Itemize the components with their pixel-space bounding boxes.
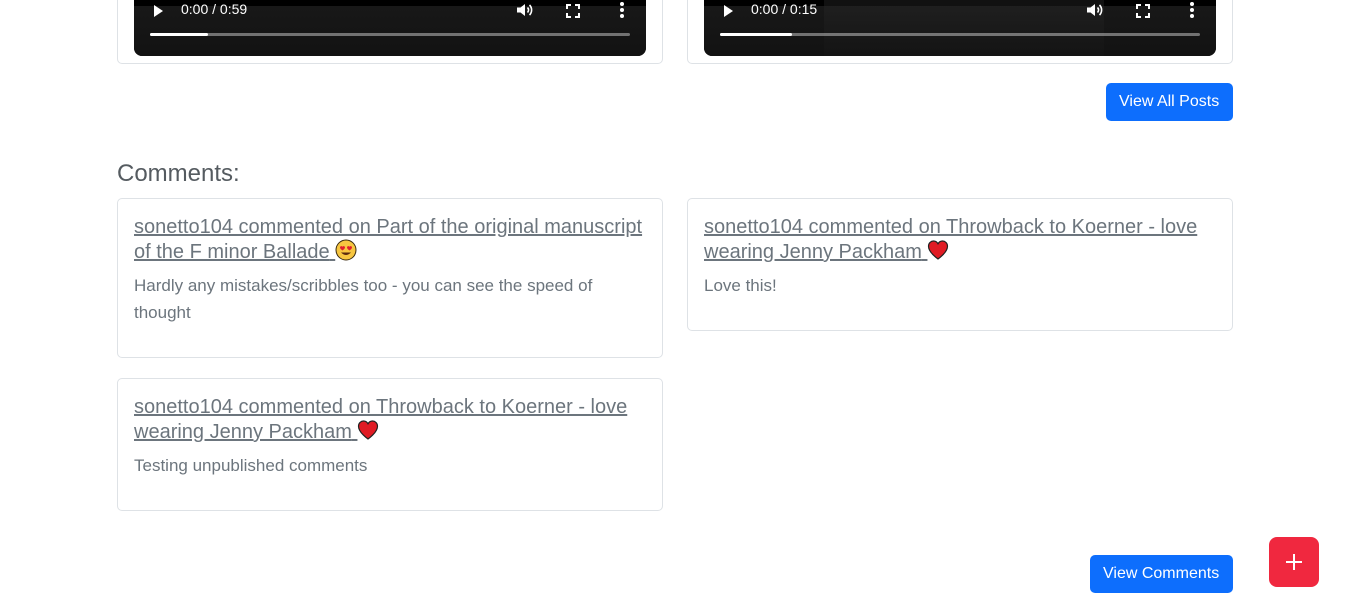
more-options-icon[interactable] [619, 1, 625, 19]
comment-title-text: sonetto104 commented on Part of the orig… [134, 216, 643, 263]
post-card-video: 0:00 / 0:15 [687, 0, 1233, 64]
comment-link[interactable]: sonetto104 commented on Part of the orig… [134, 216, 642, 263]
red-heart-emoji-icon [358, 420, 379, 440]
video-progress-bar[interactable] [720, 33, 1200, 36]
video-time: 0:00 / 0:59 [181, 1, 248, 17]
comment-card: sonetto104 commented on Part of the orig… [117, 198, 663, 358]
comment-link[interactable]: sonetto104 commented on Throwback to Koe… [134, 396, 627, 443]
plus-icon [1286, 554, 1302, 570]
fullscreen-icon[interactable] [566, 4, 580, 18]
post-card-video: 0:00 / 0:59 [117, 0, 663, 64]
comment-link[interactable]: sonetto104 commented on Throwback to Koe… [704, 216, 1197, 263]
video-progress-bar[interactable] [150, 33, 630, 36]
comment-body: Love this! [704, 276, 777, 295]
video-time: 0:00 / 0:15 [751, 1, 818, 17]
video-progress-fill [150, 33, 208, 36]
play-icon[interactable] [724, 5, 733, 17]
volume-icon[interactable] [1086, 3, 1106, 17]
comment-body: Testing unpublished comments [134, 456, 368, 475]
page: 0:00 / 0:59 0:00 / 0:15 View All Posts C… [0, 0, 1346, 603]
view-all-posts-button[interactable]: View All Posts [1106, 83, 1233, 121]
comment-title-text: sonetto104 commented on Throwback to Koe… [704, 216, 1198, 263]
add-button[interactable] [1269, 537, 1319, 587]
more-options-icon[interactable] [1189, 1, 1195, 19]
comment-card: sonetto104 commented on Throwback to Koe… [687, 198, 1233, 331]
comment-card: sonetto104 commented on Throwback to Koe… [117, 378, 663, 511]
video-player[interactable]: 0:00 / 0:59 [134, 0, 646, 56]
comment-body: Hardly any mistakes/scribbles too - you … [134, 276, 593, 322]
video-progress-fill [720, 33, 792, 36]
view-comments-button[interactable]: View Comments [1090, 555, 1233, 593]
comment-title-text: sonetto104 commented on Throwback to Koe… [134, 396, 628, 443]
heart-eyes-emoji-icon [335, 239, 357, 261]
comments-heading: Comments: [117, 160, 240, 187]
fullscreen-icon[interactable] [1136, 4, 1150, 18]
red-heart-emoji-icon [928, 240, 949, 260]
play-icon[interactable] [154, 5, 163, 17]
video-player[interactable]: 0:00 / 0:15 [704, 0, 1216, 56]
volume-icon[interactable] [516, 3, 536, 17]
